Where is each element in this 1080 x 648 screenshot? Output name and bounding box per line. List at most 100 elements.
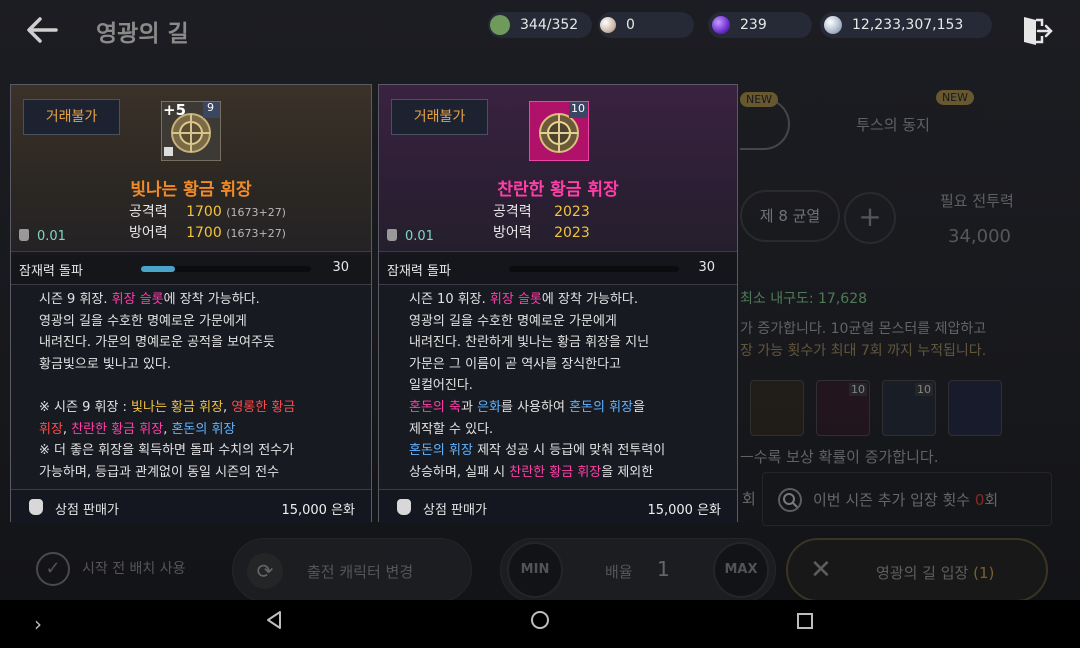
sell-price: 15,000 은화 (281, 503, 355, 518)
weight-stat: 0.01 (387, 229, 434, 244)
reward-slot[interactable] (948, 380, 1002, 436)
shop-sell-price: 상점 판매가 15,000 은화 (11, 489, 371, 523)
page-title: 영광의 길 (96, 21, 189, 47)
potential-breakthrough: 잠재력 돌파 30 (379, 251, 737, 285)
required-power-label: 필요 전투력 (940, 192, 1014, 210)
nav-back-icon[interactable] (258, 608, 290, 640)
entry-count-suffix: 회 (984, 491, 999, 509)
exit-icon[interactable] (1020, 14, 1054, 48)
shop-sell-price: 상점 판매가 15,000 은화 (379, 489, 737, 523)
tab-bar: NEW 투스의 동지 NEW (740, 90, 990, 150)
resource-stamina: 344/352 (490, 11, 578, 39)
attack-stat: 공격력 1700 (1673+27) (129, 201, 286, 221)
item-emblem-icon[interactable]: +5 9 (160, 100, 222, 162)
card-header: 거래불가 10 찬란한 황금 휘장 공격력 2023 방어력 2023 0.01 (379, 85, 737, 255)
money-bag-icon (397, 499, 411, 515)
stat-label: 공격력 (129, 204, 168, 220)
back-arrow-icon[interactable] (22, 10, 62, 50)
enter-text: 영광의 길 입장 (876, 564, 969, 582)
refresh-icon: ⟳ (247, 553, 283, 589)
new-badge: NEW (740, 92, 779, 107)
reward-slot[interactable]: 10 (882, 380, 936, 436)
auto-place-label: 시작 전 배치 사용 (82, 561, 186, 577)
potential-value: 30 (698, 260, 715, 275)
reward-probability-text: ㅡ수록 보상 확률이 증가합니다. (740, 448, 939, 466)
system-nav-bar: › (0, 600, 1080, 648)
change-character-label: 출전 캐릭터 변경 (307, 563, 414, 581)
entry-count-text: 이번 시즌 추가 입장 횟수 (813, 491, 971, 509)
item-emblem-icon[interactable]: 10 (528, 100, 590, 162)
pearl-icon (600, 17, 616, 33)
defense-stat: 방어력 1700 (1673+27) (129, 222, 286, 242)
purple-orb-icon (712, 16, 730, 34)
multiplier-value: 1 (657, 557, 670, 581)
reward-row: 10 10 (740, 380, 1060, 440)
sell-price: 15,000 은화 (647, 503, 721, 518)
info-box: 최소 내구도: 17,628 가 증가합니다. 10균열 몬스터를 제압하고 장… (740, 280, 1052, 370)
entry-count-box: 이번 시즌 추가 입장 횟수 0회 (762, 472, 1052, 526)
enter-glory-road-button[interactable]: ✕ 영광의 길 입장 (1) (786, 538, 1048, 602)
reward-slot[interactable] (750, 380, 804, 436)
item-name: 찬란한 황금 휘장 (497, 180, 619, 200)
stat-breakdown: (1673+27) (226, 227, 286, 240)
entry-count-left: 회 (742, 490, 756, 508)
enter-label: 영광의 길 입장 (1) (876, 562, 994, 583)
stat-label: 방어력 (493, 225, 532, 241)
potential-progress-bar (141, 266, 311, 272)
potential-progress-bar (509, 266, 679, 272)
resource-value: 239 (740, 17, 767, 33)
weight-icon (19, 229, 29, 241)
top-bar: 영광의 길 344/352 0 239 12,233,307,153 (0, 0, 1080, 60)
nav-home-icon[interactable] (524, 608, 556, 640)
stat-value: 2023 (554, 225, 590, 241)
reward-count: 10 (915, 383, 933, 396)
resource-value: 12,233,307,153 (852, 17, 964, 33)
potential-progress-fill (141, 266, 175, 272)
weight-icon (387, 229, 397, 241)
item-tier: 9 (207, 101, 214, 114)
enhance-level: +5 (163, 101, 187, 119)
resource-value: 344/352 (520, 17, 579, 33)
tab-glory-road[interactable]: NEW (740, 92, 790, 150)
resource-orb: 239 (712, 11, 767, 39)
check-icon[interactable]: ✓ (36, 552, 70, 586)
stage-selector: 제 8 균열 + 필요 전투력 34,000 (740, 168, 1060, 268)
potential-label: 잠재력 돌파 (19, 264, 83, 279)
defense-stat: 방어력 2023 (493, 222, 590, 242)
money-bag-icon (29, 499, 43, 515)
change-character-button[interactable]: ⟳ 출전 캐릭터 변경 (232, 538, 472, 602)
attack-stat: 공격력 2023 (493, 201, 590, 221)
info-line-1: 가 증가합니다. 10균열 몬스터를 제압하고 (740, 321, 987, 337)
item-name: 빛나는 황금 휘장 (130, 180, 252, 200)
item-description: 시즌 9 휘장. 휘장 슬롯에 장착 가능하다. 영광의 길을 수호한 명예로운… (11, 285, 371, 489)
potential-breakthrough: 잠재력 돌파 30 (11, 251, 371, 285)
min-button[interactable]: MIN (507, 542, 563, 598)
item-tooltip-card: 거래불가 10 찬란한 황금 휘장 공격력 2023 방어력 2023 0.01… (378, 84, 738, 523)
potential-label: 잠재력 돌파 (387, 264, 451, 279)
untradeable-tag: 거래불가 (391, 99, 488, 135)
entry-count-value: 0 (974, 491, 985, 509)
sell-label: 상점 판매가 (55, 503, 119, 518)
nav-recents-icon[interactable] (789, 608, 821, 640)
item-description: 시즌 10 휘장. 휘장 슬롯에 장착 가능하다. 영광의 길을 수호한 명예로… (379, 285, 737, 489)
chevron-right-icon[interactable]: › (22, 608, 54, 640)
stat-label: 방어력 (129, 225, 168, 241)
reward-slot[interactable]: 10 (816, 380, 870, 436)
max-button[interactable]: MAX (713, 542, 769, 598)
stat-value: 1700 (186, 204, 222, 220)
stat-value: 2023 (554, 204, 590, 220)
stat-label: 공격력 (493, 204, 532, 220)
tab-label: 투스의 동지 (856, 115, 930, 134)
stage-label: 제 8 균열 (740, 190, 840, 242)
reward-count: 10 (849, 383, 867, 396)
tab-tus-comrade[interactable]: 투스의 동지 NEW (800, 90, 986, 150)
multiplier-label: 배율 (605, 563, 633, 581)
plus-button[interactable]: + (844, 192, 896, 244)
search-icon (778, 488, 802, 512)
bottom-bar: ✓ 시작 전 배치 사용 ⟳ 출전 캐릭터 변경 MIN 배율 1 MAX ✕ … (0, 530, 1080, 610)
leaf-stamina-icon (490, 15, 510, 35)
resource-pearl: 0 (600, 11, 635, 39)
required-power-value: 34,000 (948, 226, 1011, 247)
card-header: 거래불가 +5 9 빛나는 황금 휘장 공격력 1700 (1673+27) 방… (11, 85, 371, 255)
durability-text: 최소 내구도: 17,628 (740, 291, 868, 307)
